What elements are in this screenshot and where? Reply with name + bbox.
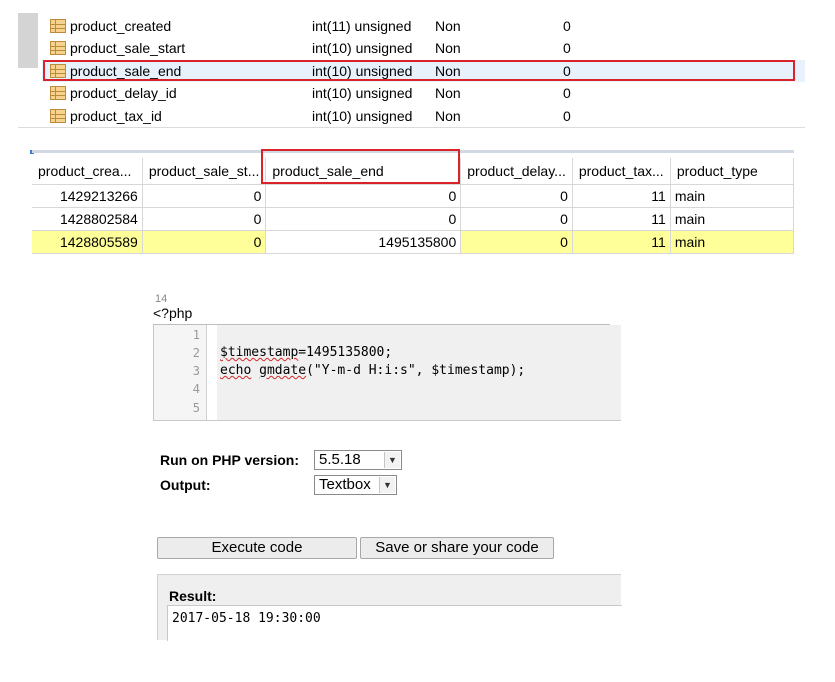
cell[interactable]: 0 <box>265 207 462 231</box>
column-row-product-sale-start[interactable]: product_sale_start int(10) unsigned Non … <box>42 37 805 59</box>
column-default: 0 <box>563 108 571 124</box>
column-default: 0 <box>563 85 571 101</box>
column-name: product_created <box>70 18 172 34</box>
column-row-product-created[interactable]: product_created int(11) unsigned Non 0 <box>42 15 805 37</box>
cell-active[interactable]: 1495135800 <box>265 230 462 254</box>
scrollbar-gutter[interactable] <box>18 13 38 68</box>
column-default: 0 <box>563 18 571 34</box>
header-product-delay[interactable]: product_delay... <box>460 158 573 185</box>
column-row-product-delay-id[interactable]: product_delay_id int(10) unsigned Non 0 <box>42 82 805 104</box>
cell[interactable]: 11 <box>572 230 671 254</box>
column-name: product_tax_id <box>70 108 162 124</box>
code-token: =1495135800; <box>298 345 393 360</box>
result-textbox[interactable]: 2017-05-18 19:30:00 <box>167 605 622 641</box>
line-number: 4 <box>192 382 200 396</box>
code-token: gmdate <box>259 363 307 378</box>
table-row-highlighted[interactable]: 1428805589 0 1495135800 0 11 main <box>32 230 795 254</box>
cell[interactable]: 11 <box>572 184 671 208</box>
cell[interactable]: 11 <box>572 207 671 231</box>
code-editor[interactable]: 1 2 3 4 5 $timestamp=1495135800; echo gm… <box>153 325 621 421</box>
php-version-value: 5.5.18 <box>319 451 361 468</box>
line-number: 3 <box>192 364 200 378</box>
code-line-2: $timestamp=1495135800; <box>220 345 392 360</box>
column-type: int(10) unsigned <box>312 85 413 101</box>
php-version-select[interactable]: 5.5.18 ▼ <box>314 450 402 470</box>
php-version-label: Run on PHP version: <box>160 452 299 468</box>
header-product-created[interactable]: product_crea... <box>32 158 143 185</box>
line-number: 2 <box>192 346 200 360</box>
cell[interactable]: 0 <box>460 184 573 208</box>
column-icon <box>50 86 66 100</box>
result-output: 2017-05-18 19:30:00 <box>172 611 321 626</box>
column-type: int(10) unsigned <box>312 40 413 56</box>
column-row-product-tax-id[interactable]: product_tax_id int(10) unsigned Non 0 <box>42 105 805 127</box>
result-panel: Result: 2017-05-18 19:30:00 <box>157 574 622 641</box>
cell[interactable]: 1428805589 <box>32 230 143 254</box>
chevron-down-icon: ▼ <box>384 452 400 468</box>
result-label: Result: <box>169 588 217 604</box>
column-icon <box>50 109 66 123</box>
tab-number: 14 <box>155 293 168 305</box>
execute-code-button[interactable]: Execute code <box>157 537 357 559</box>
column-type: int(11) unsigned <box>312 18 412 34</box>
column-null: Non <box>435 18 461 34</box>
gutter-divider <box>206 325 207 420</box>
chevron-down-icon: ▼ <box>379 477 395 493</box>
cell[interactable]: 1428802584 <box>32 207 143 231</box>
table-row[interactable]: 1428802584 0 0 0 11 main <box>32 207 795 231</box>
highlight-box-schema-row <box>43 60 795 81</box>
cell[interactable]: 0 <box>460 207 573 231</box>
column-null: Non <box>435 108 461 124</box>
cell[interactable]: main <box>670 230 795 254</box>
output-select[interactable]: Textbox ▼ <box>314 475 397 495</box>
header-product-sale-start[interactable]: product_sale_st... <box>142 158 267 185</box>
cell[interactable]: 0 <box>460 230 573 254</box>
code-token: ("Y-m-d H:i:s", $timestamp); <box>306 363 526 378</box>
output-value: Textbox <box>319 476 371 493</box>
column-icon <box>50 19 66 33</box>
save-share-button[interactable]: Save or share your code <box>360 537 554 559</box>
column-null: Non <box>435 40 461 56</box>
code-line-3: echo gmdate("Y-m-d H:i:s", $timestamp); <box>220 363 525 378</box>
cell[interactable]: 0 <box>142 184 267 208</box>
cell[interactable]: 0 <box>142 230 267 254</box>
column-default: 0 <box>563 40 571 56</box>
column-name: product_sale_start <box>70 40 186 56</box>
cell[interactable]: 0 <box>142 207 267 231</box>
cell[interactable]: main <box>670 207 795 231</box>
cell[interactable]: 1429213266 <box>32 184 143 208</box>
column-type: int(10) unsigned <box>312 108 413 124</box>
highlight-box-grid-header <box>261 149 460 184</box>
line-number: 1 <box>192 328 200 342</box>
output-label: Output: <box>160 477 211 493</box>
header-product-type[interactable]: product_type <box>670 158 795 185</box>
header-product-tax[interactable]: product_tax... <box>572 158 671 185</box>
php-sandbox: 14 <?php 1 2 3 4 5 $timestamp=1495135800… <box>153 293 622 641</box>
column-name: product_delay_id <box>70 85 177 101</box>
cell[interactable]: 0 <box>265 184 462 208</box>
table-row[interactable]: 1429213266 0 0 0 11 main <box>32 184 795 208</box>
code-token: $timestamp <box>220 345 299 360</box>
php-open-tag: <?php <box>153 305 193 321</box>
code-token: echo <box>220 363 252 378</box>
column-null: Non <box>435 85 461 101</box>
line-number: 5 <box>192 401 200 415</box>
cell[interactable]: main <box>670 184 795 208</box>
column-icon <box>50 41 66 55</box>
